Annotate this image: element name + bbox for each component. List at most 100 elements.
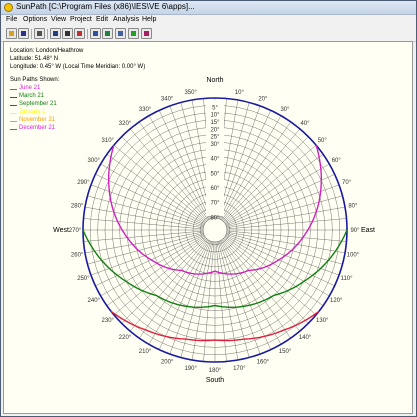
azimuth-label: 300° — [88, 158, 101, 164]
azimuth-label: 180° — [209, 368, 222, 374]
azimuth-label: 170° — [233, 366, 246, 372]
save-icon — [21, 31, 26, 36]
azimuth-line — [83, 230, 204, 242]
azimuth-label: 110° — [341, 276, 354, 282]
azimuth-label: 260° — [71, 252, 84, 258]
sun-view-button[interactable] — [62, 28, 73, 39]
azimuth-line — [87, 232, 204, 265]
menu-project[interactable]: Project — [70, 16, 92, 23]
azimuth-line — [226, 195, 343, 228]
sunpath-window: SunPath [C:\Program Files (x86)\IES\VE 6… — [0, 0, 417, 417]
azimuth-line — [219, 110, 271, 220]
title-bar: SunPath [C:\Program Files (x86)\IES\VE 6… — [1, 1, 416, 15]
table-icon — [53, 31, 58, 36]
copy-icon — [118, 31, 123, 36]
azimuth-label: 190° — [184, 366, 197, 372]
menu-help[interactable]: Help — [142, 16, 156, 23]
compass-label-north: North — [206, 77, 223, 84]
menu-edit[interactable]: Edit — [96, 16, 108, 23]
table-button[interactable] — [50, 28, 61, 39]
globe-icon — [105, 31, 110, 36]
azimuth-line — [87, 195, 204, 228]
menu-analysis[interactable]: Analysis — [113, 16, 139, 23]
azimuth-label: 100° — [347, 252, 360, 258]
chart-button[interactable] — [128, 28, 139, 39]
menu-view[interactable]: View — [51, 16, 66, 23]
sun-app-icon — [4, 3, 13, 12]
azimuth-line — [95, 174, 205, 226]
azimuth-label: 350° — [184, 90, 197, 96]
altitude-label: 60° — [210, 186, 220, 192]
azimuth-line — [83, 218, 204, 230]
menu-bar: File Options View Project Edit Analysis … — [1, 15, 416, 26]
azimuth-label: 140° — [299, 335, 312, 341]
open-folder-button[interactable] — [6, 28, 17, 39]
menu-options[interactable]: Options — [23, 16, 47, 23]
toolbar — [1, 27, 416, 42]
azimuth-line — [159, 110, 211, 220]
azimuth-label: 330° — [139, 107, 152, 113]
azimuth-label: 310° — [102, 138, 115, 144]
altitude-label: 5° — [212, 105, 218, 111]
azimuth-label: 30° — [280, 107, 290, 113]
toolbar-separator — [31, 29, 32, 39]
open-folder-icon — [9, 31, 14, 36]
copy-button[interactable] — [115, 28, 126, 39]
compass-label-east: East — [361, 227, 375, 234]
document-icon — [93, 31, 98, 36]
color-bars-button[interactable] — [74, 28, 85, 39]
altitude-label: 10° — [210, 113, 220, 119]
azimuth-label: 130° — [316, 318, 329, 324]
altitude-label: 50° — [210, 171, 220, 177]
altitude-label: 20° — [210, 127, 220, 133]
sunpath-canvas: Location: London/Heathrow Latitude: 51.4… — [3, 41, 413, 414]
azimuth-line — [225, 174, 335, 226]
azimuth-line — [226, 218, 347, 230]
compass-label-south: South — [206, 377, 224, 384]
azimuth-label: 20° — [258, 96, 268, 102]
azimuth-label: 160° — [257, 360, 270, 366]
altitude-label: 40° — [210, 157, 220, 163]
azimuth-label: 240° — [88, 298, 101, 304]
azimuth-line — [225, 234, 335, 286]
azimuth-label: 290° — [77, 180, 90, 186]
print-button[interactable] — [34, 28, 45, 39]
azimuth-line — [226, 230, 347, 242]
azimuth-label: 340° — [161, 96, 174, 102]
chart-icon — [131, 31, 136, 36]
book-button[interactable] — [141, 28, 152, 39]
azimuth-line — [203, 241, 215, 362]
sunpath-diagram: 5°10°15°20°25°30°40°50°60°70°80°350° 10°2… — [53, 77, 375, 384]
azimuth-line — [159, 240, 211, 350]
azimuth-label: 270° — [69, 228, 82, 234]
print-icon — [37, 31, 42, 36]
azimuth-line — [95, 234, 205, 286]
azimuth-line — [219, 240, 271, 350]
menu-file[interactable]: File — [6, 16, 17, 23]
azimuth-label: 120° — [330, 298, 343, 304]
azimuth-label: 70° — [342, 180, 352, 186]
azimuth-label: 320° — [119, 121, 132, 127]
altitude-label: 80° — [210, 215, 220, 221]
toolbar-separator — [47, 29, 48, 39]
azimuth-label: 90° — [350, 228, 360, 234]
window-title: SunPath [C:\Program Files (x86)\IES\VE 6… — [16, 2, 195, 11]
azimuth-line — [215, 241, 227, 362]
toolbar-separator — [87, 29, 88, 39]
azimuth-line — [226, 232, 343, 265]
azimuth-label: 280° — [71, 204, 84, 210]
compass-label-west: West — [53, 227, 69, 234]
document-button[interactable] — [90, 28, 101, 39]
azimuth-label: 250° — [77, 276, 90, 282]
altitude-label: 25° — [210, 135, 220, 141]
azimuth-label: 150° — [279, 349, 292, 355]
azimuth-label: 50° — [318, 138, 328, 144]
azimuth-label: 60° — [332, 158, 342, 164]
globe-button[interactable] — [102, 28, 113, 39]
azimuth-label: 210° — [139, 349, 152, 355]
sun-view-icon — [65, 31, 70, 36]
altitude-label: 70° — [210, 201, 220, 207]
altitude-label: 30° — [210, 142, 220, 148]
save-button[interactable] — [18, 28, 29, 39]
color-bars-icon — [77, 31, 82, 36]
